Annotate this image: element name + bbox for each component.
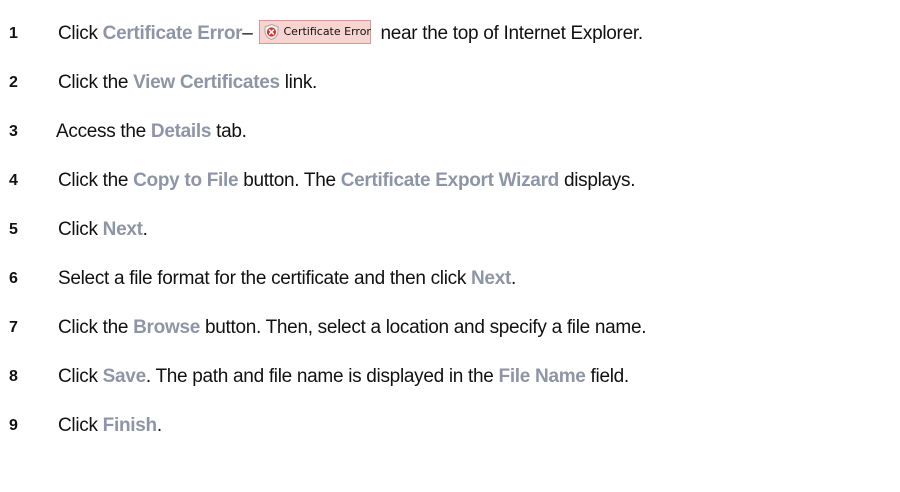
step-number: 8	[9, 368, 18, 385]
step-number: 3	[9, 123, 18, 140]
ui-term-certificate-error: Certificate Error	[102, 23, 243, 44]
step-text: Select a file format for the certificate…	[58, 268, 516, 289]
step-5: 5 Click Next.	[0, 210, 900, 250]
step-text: Access the Details tab.	[56, 121, 247, 142]
step-number: 9	[9, 417, 18, 434]
step-number: 5	[9, 221, 18, 238]
step-text: Click Finish.	[58, 415, 162, 436]
step-number: 2	[9, 74, 18, 91]
step-number: 7	[9, 319, 18, 336]
step-number: 6	[9, 270, 18, 287]
step-6: 6 Select a file format for the certifica…	[0, 259, 900, 299]
certificate-error-badge: Certificate Error	[258, 19, 371, 44]
ui-term-browse: Browse	[133, 317, 200, 338]
ui-term-next: Next	[471, 268, 511, 289]
step-2: 2 Click the View Certificates link.	[0, 63, 900, 103]
step-number: 4	[9, 172, 18, 189]
ui-term-details: Details	[150, 121, 212, 142]
step-text: Click Next.	[58, 219, 148, 240]
step-text: Click Certificate Error– Certificate Erro…	[58, 14, 643, 54]
step-1: 1 Click Certificate Error– Certificate Er…	[0, 14, 900, 54]
ui-term-save: Save	[102, 366, 146, 387]
ui-term-copy-to-file: Copy to File	[133, 170, 239, 191]
step-3: 3 Access the Details tab.	[0, 112, 900, 152]
step-text: Click the Browse button. Then, select a …	[58, 317, 647, 338]
ui-term-view-certificates: View Certificates	[133, 72, 280, 93]
step-text: Click the Copy to File button. The Certi…	[58, 170, 636, 191]
step-text: Click Save. The path and file name is di…	[58, 366, 629, 387]
ui-term-finish: Finish	[102, 415, 157, 436]
certificate-error-label: Certificate Error	[283, 24, 371, 38]
ui-term-certificate-export-wizard: Certificate Export Wizard	[340, 170, 560, 191]
shield-error-icon	[264, 23, 278, 40]
step-9: 9 Click Finish.	[0, 406, 900, 446]
step-4: 4 Click the Copy to File button. The Cer…	[0, 161, 900, 201]
ui-term-file-name: File Name	[498, 366, 586, 387]
step-7: 7 Click the Browse button. Then, select …	[0, 308, 900, 348]
step-number: 1	[9, 25, 18, 42]
ui-term-next: Next	[102, 219, 143, 240]
step-8: 8 Click Save. The path and file name is …	[0, 357, 900, 397]
step-text: Click the View Certificates link.	[58, 72, 318, 93]
